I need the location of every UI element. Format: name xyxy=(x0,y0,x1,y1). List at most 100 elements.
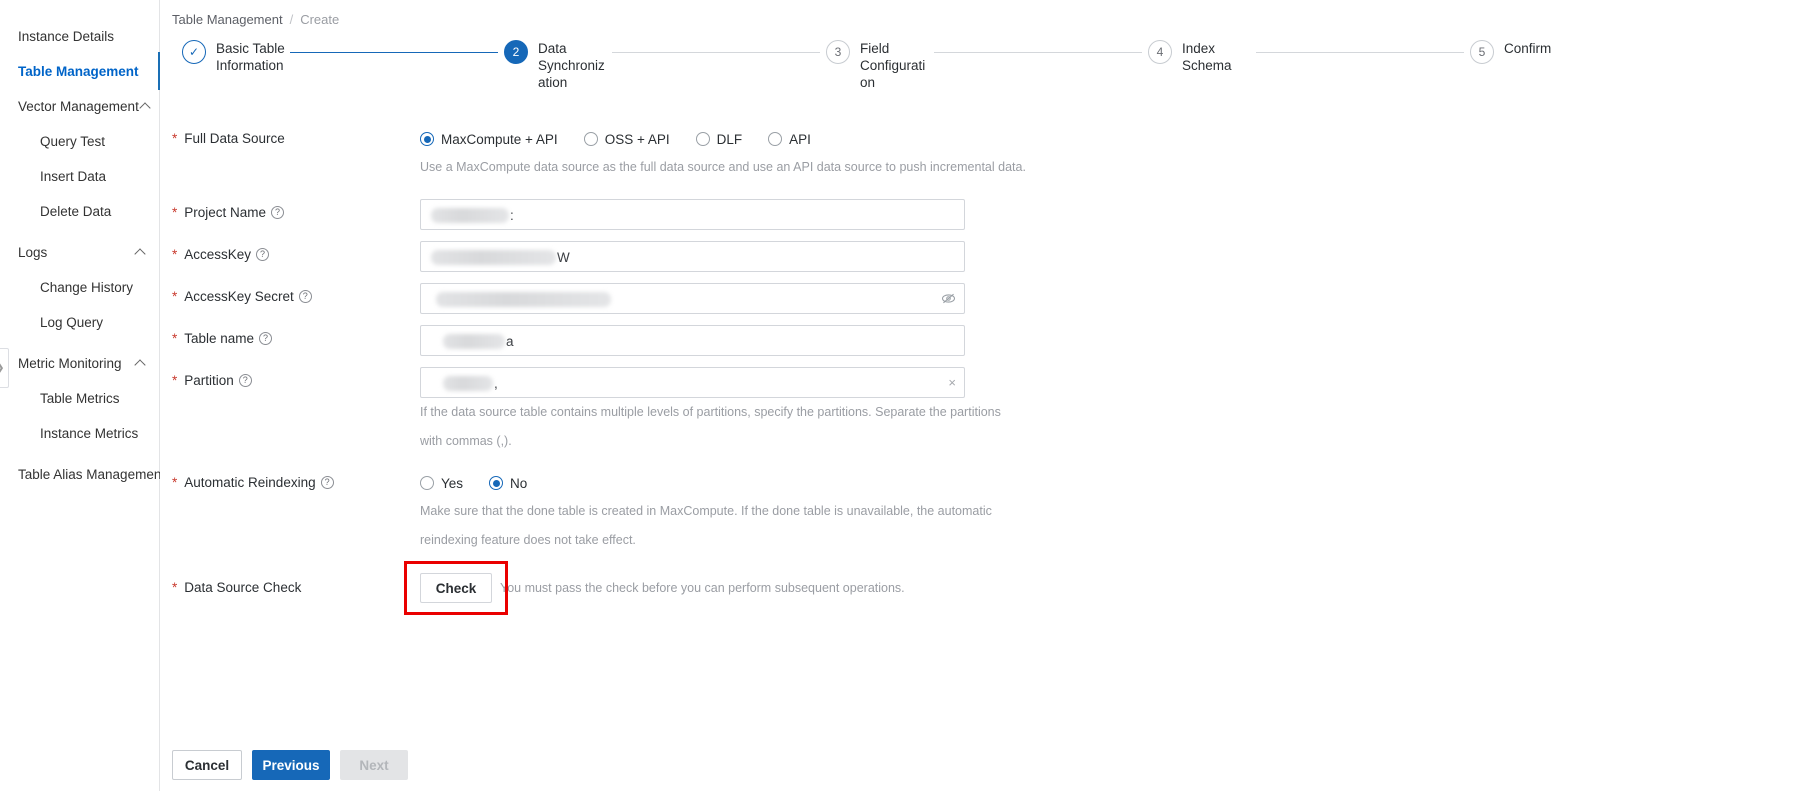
clear-icon[interactable]: × xyxy=(948,367,956,398)
radio-full-data-source-api[interactable]: API xyxy=(768,132,811,147)
radio-full-data-source-dlf[interactable]: DLF xyxy=(695,132,742,147)
eye-off-icon[interactable] xyxy=(941,283,956,314)
step-number: 4 xyxy=(1148,40,1172,64)
required-marker: * xyxy=(172,373,178,388)
value-visible-tail: : xyxy=(510,207,514,223)
control-table-name: a xyxy=(420,325,1792,356)
control-data-source-check: Check You must pass the check before you… xyxy=(404,561,1792,615)
sidebar-item-delete-data[interactable]: Delete Data xyxy=(0,191,160,231)
sidebar-item-change-history[interactable]: Change History xyxy=(0,267,160,307)
radio-automatic-reindexing-no[interactable]: No xyxy=(489,476,527,491)
radio-full-data-source-oss-api[interactable]: OSS + API xyxy=(583,132,670,147)
project-name-input[interactable]: : xyxy=(420,199,965,230)
label-partition: * Partition ? xyxy=(172,367,420,388)
step-3[interactable]: 3 Field Configuration xyxy=(826,40,932,91)
step-progress-bar: ✓ Basic Table Information 2 Data Synchroniz… xyxy=(172,40,1792,102)
sidebar-collapse-handle[interactable]: ❯ xyxy=(0,348,9,388)
input-wrap-project-name: : xyxy=(420,199,965,230)
breadcrumb: Table Management / Create xyxy=(172,12,339,27)
radio-automatic-reindexing-yes[interactable]: Yes xyxy=(420,476,463,491)
field-table-name: * Table name ? a xyxy=(172,325,1792,356)
radio-label: No xyxy=(510,475,528,491)
step-label: Index Schema xyxy=(1182,41,1232,73)
sidebar-item-label: Insert Data xyxy=(40,168,107,184)
access-key-input[interactable]: W xyxy=(420,241,965,272)
breadcrumb-root[interactable]: Table Management xyxy=(172,12,283,27)
required-marker: * xyxy=(172,289,178,304)
radio-icon xyxy=(768,132,783,146)
radio-group-automatic-reindexing: Yes No xyxy=(420,469,1792,497)
sidebar-item-label: Query Test xyxy=(40,133,106,149)
sidebar-item-instance-details[interactable]: Instance Details xyxy=(0,16,160,56)
label-text: Full Data Source xyxy=(184,131,285,146)
label-full-data-source: * Full Data Source xyxy=(172,125,420,146)
hint-data-source-check: You must pass the check before you can p… xyxy=(500,581,905,595)
required-marker: * xyxy=(172,247,178,262)
radio-icon xyxy=(583,132,598,146)
partition-input[interactable]: , xyxy=(420,367,965,398)
step-connector-line xyxy=(1256,52,1464,53)
radio-icon xyxy=(420,476,434,490)
radio-group-full-data-source: MaxCompute + API OSS + API DLF API xyxy=(420,125,1792,153)
next-button: Next xyxy=(340,750,408,780)
sidebar-item-logs[interactable]: Logs xyxy=(0,232,160,272)
help-icon[interactable]: ? xyxy=(320,476,334,489)
chevron-up-icon[interactable] xyxy=(134,356,148,370)
value-visible-tail: , xyxy=(494,375,498,391)
label-text: Partition xyxy=(184,373,234,388)
step-5[interactable]: 5 Confirm xyxy=(1470,40,1551,64)
field-partition: * Partition ? , × If the data source tab… xyxy=(172,367,1792,456)
hint-full-data-source: Use a MaxCompute data source as the full… xyxy=(420,160,1026,174)
label-text: Data Source Check xyxy=(184,580,302,595)
help-icon[interactable]: ? xyxy=(256,248,270,261)
previous-button[interactable]: Previous xyxy=(252,750,330,780)
sidebar-item-table-metrics[interactable]: Table Metrics xyxy=(0,378,160,418)
sidebar-item-instance-metrics[interactable]: Instance Metrics xyxy=(0,413,160,453)
radio-full-data-source-maxcompute-api[interactable]: MaxCompute + API xyxy=(420,132,558,147)
required-marker: * xyxy=(172,131,178,146)
redacted-value xyxy=(431,207,509,223)
step-4[interactable]: 4 Index Schema xyxy=(1148,40,1254,74)
radio-icon xyxy=(420,132,434,146)
input-wrap-partition: , × xyxy=(420,367,965,398)
step-1[interactable]: ✓ Basic Table Information xyxy=(182,40,288,74)
data-synchronization-form: * Full Data Source MaxCompute + API OSS +… xyxy=(172,125,1792,615)
sidebar-item-insert-data[interactable]: Insert Data xyxy=(0,156,160,196)
cancel-button[interactable]: Cancel xyxy=(172,750,242,780)
help-icon[interactable]: ? xyxy=(238,374,252,387)
help-icon[interactable]: ? xyxy=(271,206,285,219)
field-data-source-check: * Data Source Check Check You must pass … xyxy=(172,561,1792,615)
sidebar-item-metric-monitoring[interactable]: Metric Monitoring xyxy=(0,343,160,383)
sidebar-item-table-management[interactable]: Table Management xyxy=(0,51,161,91)
sidebar-item-table-alias-management[interactable]: Table Alias Management xyxy=(0,454,165,494)
label-text: Table name xyxy=(184,331,255,346)
step-label: Data Synchronization xyxy=(538,41,605,90)
redacted-value xyxy=(431,249,556,265)
field-project-name: * Project Name ? : xyxy=(172,199,1792,230)
chevron-up-icon[interactable] xyxy=(139,99,153,113)
sidebar-item-label: Metric Monitoring xyxy=(18,355,122,371)
main-content: Table Management / Create ✓ Basic Table I… xyxy=(160,0,1806,791)
value-visible-tail: W xyxy=(557,249,570,265)
sidebar-item-query-test[interactable]: Query Test xyxy=(0,121,160,161)
sidebar-item-vector-management[interactable]: Vector Management xyxy=(0,86,160,126)
radio-label: API xyxy=(789,131,811,147)
field-full-data-source: * Full Data Source MaxCompute + API OSS +… xyxy=(172,125,1792,181)
chevron-up-icon[interactable] xyxy=(134,245,148,259)
help-icon[interactable]: ? xyxy=(298,290,312,303)
sidebar-item-label: Instance Metrics xyxy=(40,425,139,441)
hint-partition: If the data source table contains multip… xyxy=(420,405,1001,448)
help-icon[interactable]: ? xyxy=(259,332,273,345)
check-button[interactable]: Check xyxy=(420,573,492,603)
access-key-secret-input[interactable] xyxy=(420,283,965,314)
step-connector-line xyxy=(934,52,1142,53)
sidebar-item-log-query[interactable]: Log Query xyxy=(0,302,160,342)
sidebar-item-label: Table Alias Management xyxy=(18,466,166,482)
redacted-value xyxy=(443,375,493,391)
hint-automatic-reindexing: Make sure that the done table is created… xyxy=(420,504,992,547)
table-name-input[interactable]: a xyxy=(420,325,965,356)
step-number: 2 xyxy=(504,40,528,64)
step-2[interactable]: 2 Data Synchronization xyxy=(504,40,610,91)
control-access-key-secret xyxy=(420,283,1792,314)
control-access-key: W xyxy=(420,241,1792,272)
